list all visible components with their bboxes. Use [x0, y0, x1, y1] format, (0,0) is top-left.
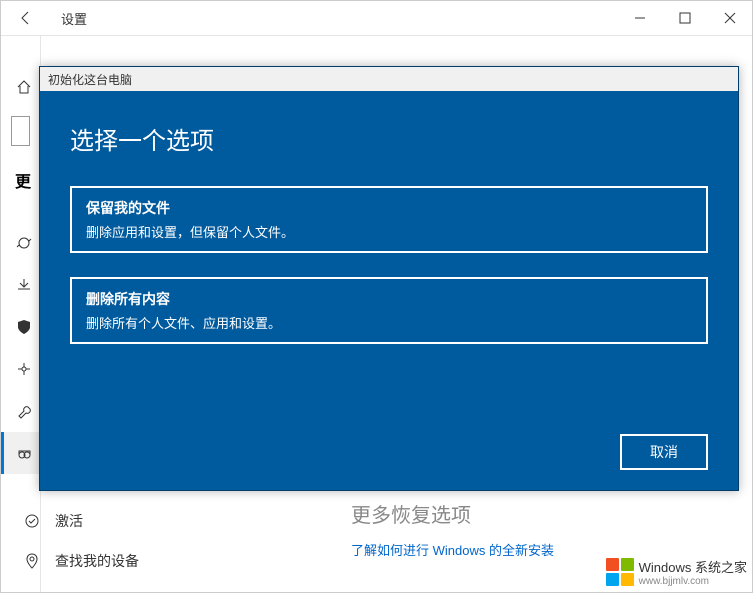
dialog-heading: 选择一个选项 [70, 121, 708, 156]
option-desc: 删除应用和设置，但保留个人文件。 [86, 222, 692, 241]
dialog-titlebar: 初始化这台电脑 [40, 67, 738, 91]
sync-icon [15, 234, 33, 252]
window-title: 设置 [61, 9, 617, 28]
window-titlebar: 设置 [1, 1, 752, 36]
back-button[interactable] [1, 1, 51, 36]
recovery-link[interactable]: 了解如何进行 Windows 的全新安装 [351, 540, 554, 559]
sidebar-item-home[interactable] [1, 66, 40, 108]
recovery-section: 更多恢复选项 了解如何进行 Windows 的全新安装 [351, 499, 554, 559]
watermark: Windows 系统之家 www.bjjmlv.com [606, 557, 747, 587]
watermark-text: Windows 系统之家 [639, 560, 747, 575]
sidebar-item-label: 激活 [55, 511, 83, 531]
option-title: 删除所有内容 [86, 289, 692, 309]
sidebar-item-recovery[interactable] [1, 432, 40, 474]
sidebar-item-troubleshoot[interactable] [1, 348, 40, 390]
sidebar-item-label: 查找我的设备 [55, 551, 139, 571]
window-controls [617, 1, 752, 36]
windows-logo-icon [606, 558, 634, 586]
reset-pc-dialog: 初始化这台电脑 选择一个选项 保留我的文件 删除应用和设置，但保留个人文件。 删… [39, 66, 739, 491]
delivery-icon [15, 276, 33, 294]
option-title: 保留我的文件 [86, 198, 692, 218]
sidebar-item-sync[interactable] [1, 222, 40, 264]
option-keep-files[interactable]: 保留我的文件 删除应用和设置，但保留个人文件。 [70, 186, 708, 253]
close-button[interactable] [707, 1, 752, 36]
troubleshoot-icon [15, 360, 33, 378]
maximize-button[interactable] [662, 1, 707, 36]
wrench-icon [15, 402, 33, 420]
sidebar-item-security[interactable] [1, 306, 40, 348]
option-remove-all[interactable]: 删除所有内容 删除所有个人文件、应用和设置。 [70, 277, 708, 344]
sidebar-lower: 激活 查找我的设备 [1, 491, 341, 581]
location-icon [23, 553, 41, 569]
option-desc: 删除所有个人文件、应用和设置。 [86, 313, 692, 332]
sidebar-item-delivery[interactable] [1, 264, 40, 306]
sidebar-item-dev[interactable] [1, 390, 40, 432]
section-label: 更 [1, 168, 40, 192]
check-icon [23, 513, 41, 529]
home-icon [15, 78, 33, 96]
cancel-button[interactable]: 取消 [620, 434, 708, 470]
recovery-icon [15, 444, 33, 462]
sidebar-item-find-device[interactable]: 查找我的设备 [1, 541, 341, 581]
watermark-url: www.bjjmlv.com [639, 576, 747, 587]
recovery-heading: 更多恢复选项 [351, 499, 554, 528]
search-input[interactable] [11, 116, 30, 146]
shield-icon [15, 318, 33, 336]
sidebar-item-activation[interactable]: 激活 [1, 501, 341, 541]
minimize-button[interactable] [617, 1, 662, 36]
